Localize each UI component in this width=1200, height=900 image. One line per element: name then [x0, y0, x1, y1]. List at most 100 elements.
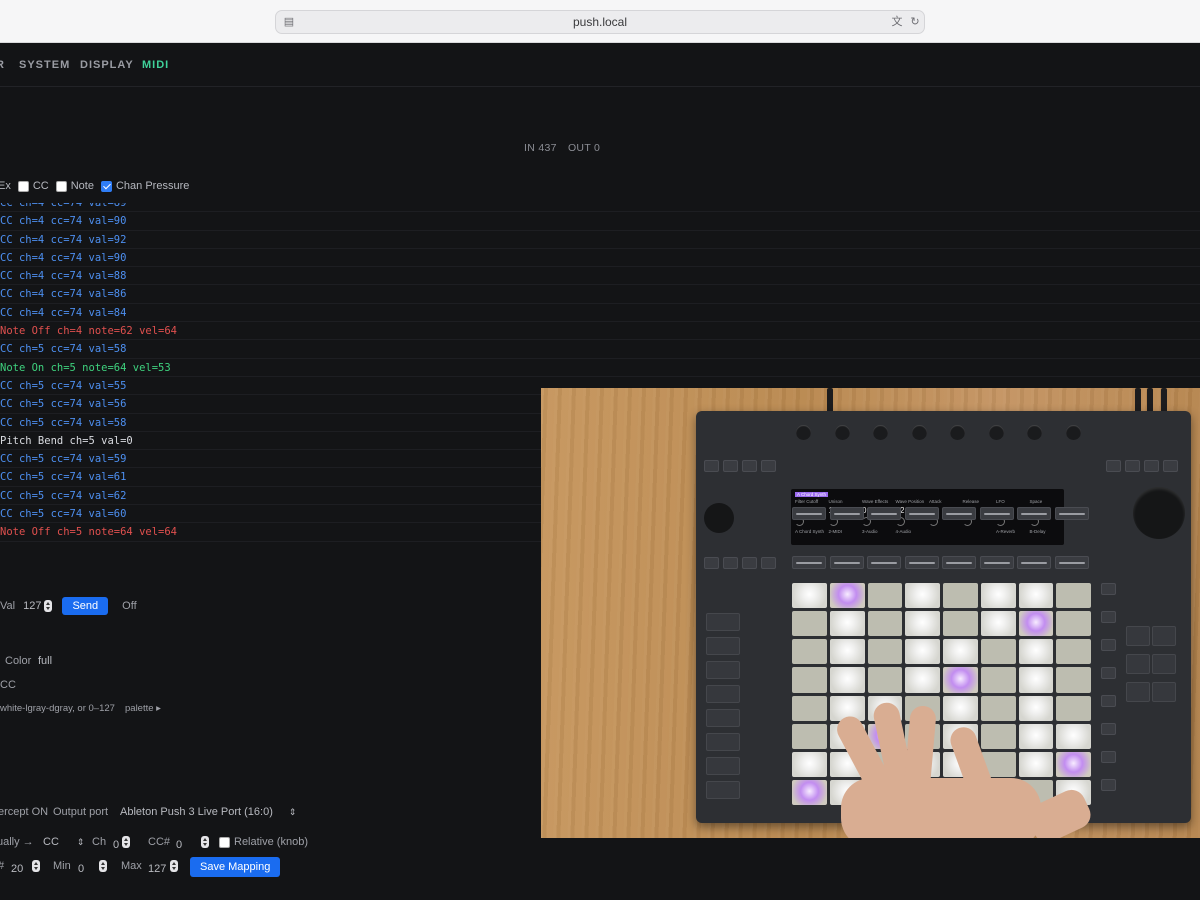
tab-system[interactable]: SYSTEM — [19, 59, 70, 71]
cc-checkbox[interactable] — [17, 180, 29, 192]
translate-icon[interactable]: 文 — [890, 15, 904, 29]
min-stepper[interactable] — [99, 860, 108, 872]
output-port-select[interactable]: Ableton Push 3 Live Port (16:0) ⇕ — [120, 806, 296, 818]
function-button — [742, 460, 757, 472]
param-track: 4-Audio — [895, 529, 912, 534]
log-row: CC ch=4 cc=74 val=89 — [0, 203, 1200, 213]
function-button — [742, 557, 757, 569]
pad — [792, 751, 827, 777]
encoder-knob — [911, 425, 927, 440]
track-button — [867, 556, 901, 569]
filter-label: Chan Pressure — [115, 180, 190, 192]
intercept-status[interactable]: ercept ON — [0, 806, 48, 818]
param-name: Wave Position — [895, 499, 925, 504]
log-row: CC ch=4 cc=74 val=88 — [0, 267, 1200, 286]
pad — [829, 639, 865, 665]
cc-label: CC — [0, 679, 16, 691]
filter-note[interactable]: Note — [55, 180, 94, 192]
track-button — [904, 556, 939, 569]
tab-partial[interactable]: R — [0, 59, 5, 71]
num-stepper[interactable] — [32, 860, 41, 872]
function-button — [1144, 460, 1159, 472]
filter-sysex[interactable]: Ex — [0, 180, 11, 192]
track-button — [979, 556, 1014, 569]
ch-stepper[interactable] — [122, 836, 131, 848]
relative-checkbox[interactable] — [219, 836, 230, 848]
encoder-knob — [950, 425, 965, 440]
function-button — [761, 460, 776, 472]
mode-button — [706, 709, 740, 727]
chan-pressure-checkbox[interactable] — [100, 180, 112, 192]
pad — [1018, 583, 1054, 609]
scene-button — [1101, 779, 1116, 791]
device-video: A Chord Synth Filter Cutoff68A Chord Syn… — [541, 388, 1200, 838]
filter-label: Note — [70, 180, 94, 192]
map-min-input[interactable]: 0 — [78, 860, 108, 875]
tab-display[interactable]: DISPLAY — [80, 59, 134, 71]
save-mapping-button[interactable]: Save Mapping — [190, 857, 281, 877]
note-checkbox[interactable] — [55, 180, 67, 192]
tab-midi[interactable]: MIDI — [142, 59, 169, 71]
param-name: Release — [962, 499, 980, 504]
log-row: CC ch=5 cc=74 val=58 — [0, 340, 1200, 359]
mode-button — [706, 637, 740, 655]
mode-button — [706, 757, 740, 775]
track-button — [942, 556, 976, 569]
param-name: Unison — [828, 499, 843, 504]
max-stepper[interactable] — [170, 860, 179, 872]
pad — [1056, 723, 1091, 749]
send-status: Off — [122, 600, 137, 612]
filter-chan-pressure[interactable]: Chan Pressure — [100, 180, 190, 192]
pad — [792, 583, 827, 609]
reload-icon[interactable]: ↻ — [908, 15, 922, 29]
pad — [905, 639, 940, 665]
right-panel-button — [1152, 682, 1176, 702]
encoder-knob — [1027, 425, 1042, 440]
filter-cc[interactable]: CC — [17, 180, 49, 192]
pad — [980, 611, 1016, 637]
encoder-knob — [988, 425, 1004, 440]
pad — [829, 667, 865, 693]
val-input[interactable]: 127 — [23, 600, 41, 612]
pad — [792, 779, 827, 805]
scene-button — [1101, 723, 1116, 735]
function-button — [704, 557, 719, 569]
pad — [867, 639, 903, 665]
map-ch-input[interactable]: 0 — [113, 836, 131, 851]
ccnum-stepper[interactable] — [201, 836, 210, 848]
color-select[interactable]: full — [38, 655, 52, 667]
scene-button — [1101, 611, 1116, 623]
pad — [792, 639, 827, 665]
mode-button — [706, 781, 740, 799]
map-ccnum-input[interactable]: 0 — [176, 836, 210, 851]
map-max-input[interactable]: 127 — [148, 860, 179, 875]
map-num-input[interactable]: 20 — [11, 860, 41, 875]
palette-select[interactable]: palette ▸ — [125, 703, 161, 714]
map-type-select[interactable]: CC ⇕ — [43, 836, 84, 848]
val-stepper[interactable] — [44, 600, 53, 612]
relative-label: Relative (knob) — [234, 836, 308, 848]
scene-button — [1101, 583, 1116, 595]
pad — [792, 723, 827, 749]
pad — [1056, 667, 1091, 693]
pad — [980, 583, 1016, 609]
send-button[interactable]: Send — [62, 597, 109, 615]
pad — [943, 611, 978, 637]
track-button — [1017, 556, 1051, 569]
pad — [980, 723, 1016, 749]
param-track: A-Reverb — [996, 529, 1016, 534]
relative-toggle[interactable]: Relative (knob) — [219, 836, 308, 848]
function-button — [761, 557, 776, 569]
pad — [792, 695, 827, 721]
map-min-label: Min — [53, 860, 71, 872]
log-row: CC ch=4 cc=74 val=92 — [0, 231, 1200, 249]
color-label: Color — [5, 655, 32, 667]
encoder-knob — [873, 425, 888, 440]
pad — [1018, 751, 1054, 777]
pad — [1056, 751, 1091, 777]
url-text[interactable]: push.local — [276, 15, 924, 29]
map-hash-label: # — [0, 860, 4, 872]
pad — [1018, 695, 1054, 721]
address-bar[interactable]: ▤ push.local 文 ↻ — [275, 10, 925, 34]
track-button — [942, 507, 976, 520]
